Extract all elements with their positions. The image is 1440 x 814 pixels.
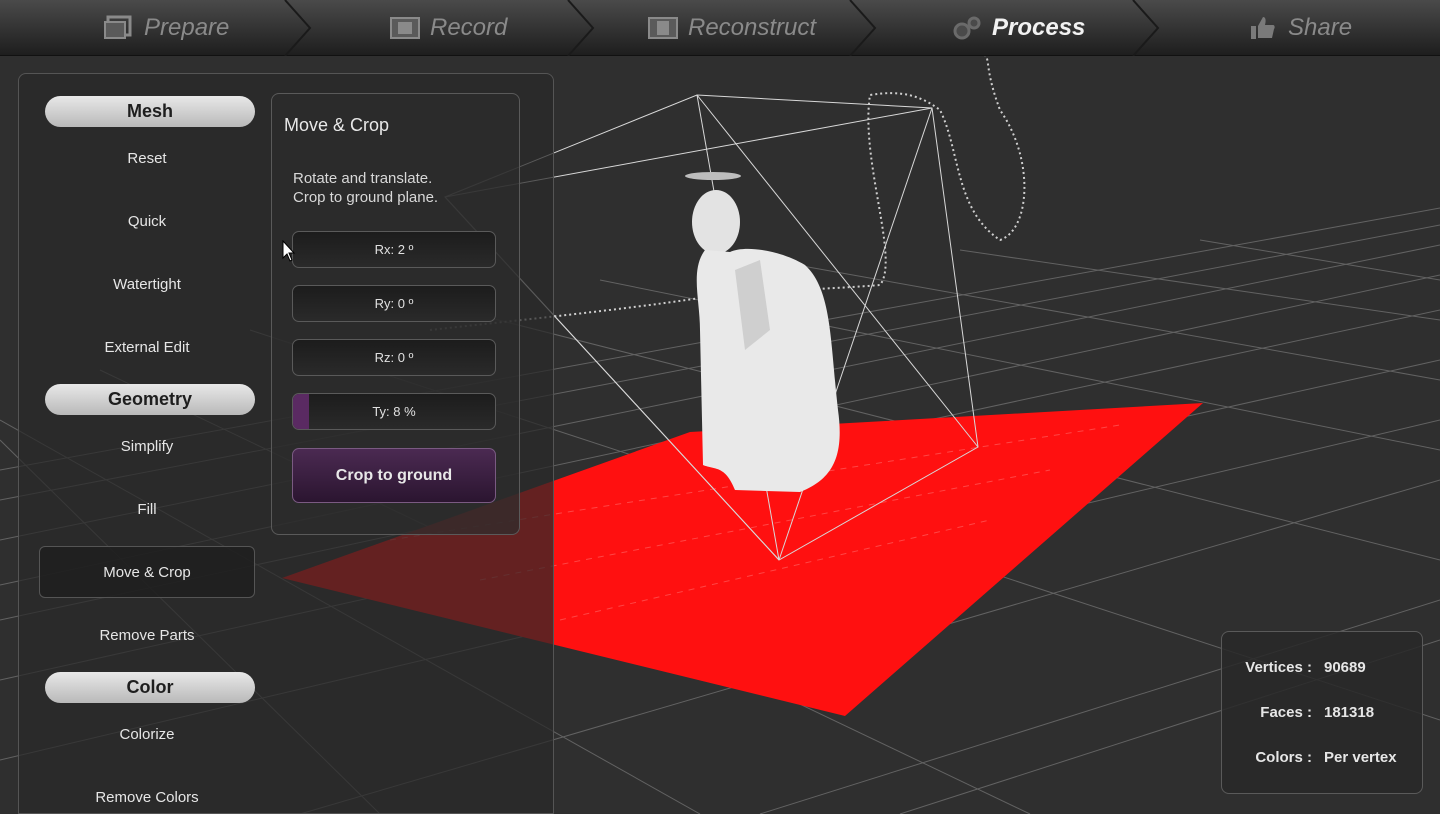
slider-label: Ty: 8 % xyxy=(372,404,416,419)
menu-item-watertight[interactable]: Watertight xyxy=(39,258,255,310)
step-separators xyxy=(284,0,1160,56)
menu-item-simplify[interactable]: Simplify xyxy=(39,420,255,472)
menu-item-fill[interactable]: Fill xyxy=(39,483,255,535)
panel-title: Move & Crop xyxy=(284,115,390,135)
menu-item-external-edit[interactable]: External Edit xyxy=(39,321,255,373)
workflow-bar: Prepare Record Reconstruct Process Share xyxy=(0,0,1440,56)
stat-value: Per vertex xyxy=(1324,749,1397,766)
panel-description: Rotate and translate. Crop to ground pla… xyxy=(293,169,438,207)
stat-label: Faces : xyxy=(1260,704,1312,721)
mouse-cursor-icon xyxy=(282,240,296,262)
menu-item-remove-colors[interactable]: Remove Colors xyxy=(39,771,255,814)
rz-slider[interactable]: Rz: 0 º xyxy=(292,339,496,376)
section-geometry-heading: Geometry xyxy=(45,384,255,415)
menu-item-quick[interactable]: Quick xyxy=(39,195,255,247)
section-mesh-heading: Mesh xyxy=(45,96,255,127)
stat-faces: Faces : 181318 xyxy=(1222,704,1424,721)
ry-slider[interactable]: Ry: 0 º xyxy=(292,285,496,322)
slider-label: Rz: 0 º xyxy=(374,350,414,365)
menu-item-reset[interactable]: Reset xyxy=(39,132,255,184)
menu-item-remove-parts[interactable]: Remove Parts xyxy=(39,609,255,661)
slider-label: Ry: 0 º xyxy=(374,296,414,311)
crop-to-ground-button[interactable]: Crop to ground xyxy=(292,448,496,503)
rx-slider[interactable]: Rx: 2 º xyxy=(292,231,496,268)
menu-item-colorize[interactable]: Colorize xyxy=(39,708,255,760)
ty-slider[interactable]: Ty: 8 % xyxy=(292,393,496,430)
stat-label: Colors : xyxy=(1255,749,1312,766)
mesh-stats-panel: Vertices : 90689 Faces : 181318 Colors :… xyxy=(1221,631,1423,794)
stat-label: Vertices : xyxy=(1245,659,1312,676)
menu-item-move-crop[interactable]: Move & Crop xyxy=(39,546,255,598)
stat-value: 90689 xyxy=(1324,659,1366,676)
slider-label: Rx: 2 º xyxy=(374,242,414,257)
description-line: Crop to ground plane. xyxy=(293,189,439,206)
description-line: Rotate and translate. xyxy=(293,170,433,187)
section-color-heading: Color xyxy=(45,672,255,703)
stat-value: 181318 xyxy=(1324,704,1375,721)
stat-vertices: Vertices : 90689 xyxy=(1222,659,1424,676)
stat-colors: Colors : Per vertex xyxy=(1222,749,1424,766)
move-crop-panel: Move & Crop Rotate and translate. Crop t… xyxy=(271,93,520,535)
